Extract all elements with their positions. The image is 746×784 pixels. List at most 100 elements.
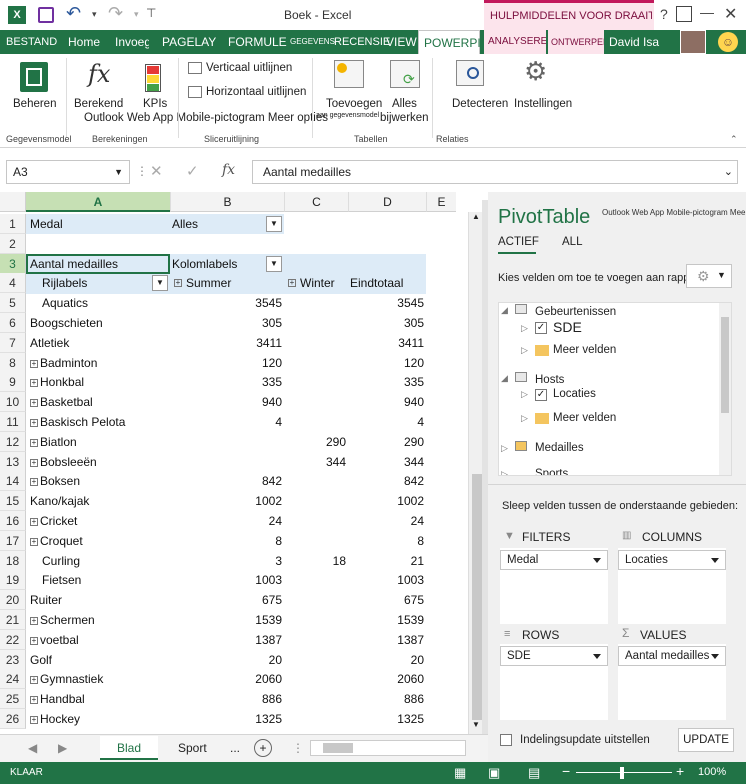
redo-dropdown-icon[interactable]: ▾: [134, 9, 139, 20]
row-header[interactable]: 23: [0, 650, 26, 670]
value-cell-winter[interactable]: [286, 237, 346, 255]
value-cell-summer[interactable]: 1003: [172, 573, 282, 591]
value-cell-total[interactable]: [350, 257, 424, 275]
row-header[interactable]: 19: [0, 570, 26, 590]
value-cell-winter[interactable]: [286, 257, 346, 275]
value-cell-total[interactable]: 20: [350, 653, 424, 671]
sheet-tab-more[interactable]: ...: [230, 736, 240, 760]
refresh-all-icon[interactable]: ⟳: [390, 60, 420, 88]
value-cell-winter[interactable]: [286, 395, 346, 413]
calculated-fields-button[interactable]: Berekend: [74, 98, 123, 110]
row-label-cell[interactable]: Golf: [30, 653, 168, 671]
expand-icon[interactable]: +: [30, 616, 38, 625]
value-cell-total[interactable]: 940: [350, 395, 424, 413]
expand-icon[interactable]: +: [30, 398, 38, 407]
value-cell-total[interactable]: 1002: [350, 494, 424, 512]
horizontal-scroll-thumb[interactable]: [323, 743, 353, 753]
row-header[interactable]: 5: [0, 293, 26, 313]
zoom-in-icon[interactable]: +: [676, 763, 684, 779]
expand-medailles-icon[interactable]: ▷: [501, 443, 508, 454]
row-label-cell[interactable]: + Basketbal: [30, 395, 168, 413]
add-to-data-model-icon[interactable]: [334, 60, 364, 88]
expand-icon[interactable]: +: [30, 715, 38, 724]
column-header-e[interactable]: E: [426, 192, 456, 212]
value-cell-summer[interactable]: 940: [172, 395, 282, 413]
ribbon-display-icon[interactable]: [676, 6, 692, 22]
tree-scrollbar[interactable]: [719, 303, 731, 475]
kpis-icon[interactable]: [145, 64, 161, 92]
column-header-b[interactable]: B: [170, 192, 284, 212]
tab-analyze[interactable]: ANALYSEREN: [484, 30, 546, 54]
filter-field-medal[interactable]: Medal: [500, 550, 608, 570]
value-cell-winter[interactable]: [286, 692, 346, 710]
tab-file[interactable]: BESTAND: [6, 30, 57, 54]
manage-data-model-icon[interactable]: [20, 62, 48, 92]
value-cell-summer[interactable]: 842: [172, 474, 282, 492]
value-cell-summer[interactable]: [172, 435, 282, 453]
zoom-out-icon[interactable]: −: [562, 763, 570, 779]
row-header[interactable]: 17: [0, 531, 26, 551]
row-label-cell[interactable]: Aquatics: [30, 296, 168, 314]
row-label-cell[interactable]: + Boksen: [30, 474, 168, 492]
minimize-icon[interactable]: —: [700, 4, 714, 20]
value-cell-summer[interactable]: 1539: [172, 613, 282, 631]
add-sheet-icon[interactable]: +: [254, 739, 272, 757]
horizontal-align-button[interactable]: Horizontaal uitlijnen: [206, 86, 306, 98]
row-label-cell[interactable]: + Badminton: [30, 356, 168, 374]
expand-sports-icon[interactable]: ▷: [501, 469, 508, 475]
tree-locaties[interactable]: Locaties: [553, 388, 596, 400]
row-header[interactable]: 16: [0, 511, 26, 531]
row-label-cell[interactable]: + voetbal: [30, 633, 168, 651]
row-label-cell[interactable]: [30, 237, 168, 255]
row-label-cell[interactable]: + Baskisch Pelota: [30, 415, 168, 433]
row-header[interactable]: 13: [0, 452, 26, 472]
row-header[interactable]: 24: [0, 669, 26, 689]
row-header[interactable]: 21: [0, 610, 26, 630]
expand-icon[interactable]: +: [30, 537, 38, 546]
row-label-cell[interactable]: Kano/kajak: [30, 494, 168, 512]
user-name[interactable]: David Isa: [609, 30, 659, 54]
tab-splitter-icon[interactable]: ⋮: [292, 736, 304, 760]
zoom-slider-thumb[interactable]: [620, 767, 624, 779]
value-cell-summer[interactable]: 1387: [172, 633, 282, 651]
tree-sports[interactable]: Sports: [535, 468, 568, 475]
select-all-corner[interactable]: [0, 192, 26, 212]
settings-gear-icon[interactable]: ⚙: [524, 56, 547, 87]
value-cell-winter[interactable]: 18: [286, 554, 346, 572]
save-icon[interactable]: [38, 7, 54, 23]
value-cell-winter[interactable]: [286, 316, 346, 334]
undo-icon[interactable]: ↶: [66, 3, 81, 24]
value-cell-total[interactable]: 1387: [350, 633, 424, 651]
row-label-cell[interactable]: Curling: [30, 554, 168, 572]
normal-view-icon[interactable]: ▦: [454, 765, 466, 781]
value-cell-total[interactable]: 3545: [350, 296, 424, 314]
value-cell-winter[interactable]: [286, 415, 346, 433]
tree-gebeurtenissen[interactable]: Gebeurtenissen: [535, 306, 616, 318]
row-label-cell[interactable]: Fietsen: [30, 573, 168, 591]
column-header-c[interactable]: C: [284, 192, 348, 212]
value-cell-total[interactable]: 886: [350, 692, 424, 710]
calculated-fields-icon[interactable]: fx: [88, 60, 110, 88]
tree-hosts[interactable]: Hosts: [535, 374, 564, 386]
row-label-cell[interactable]: + Cricket: [30, 514, 168, 532]
row-header[interactable]: 4: [0, 273, 26, 293]
value-cell-winter[interactable]: [286, 633, 346, 651]
row-header[interactable]: 1: [0, 214, 26, 234]
row-header[interactable]: 14: [0, 471, 26, 491]
formula-bar-handle-icon[interactable]: ⋮: [136, 164, 148, 178]
value-cell-total[interactable]: 842: [350, 474, 424, 492]
sheet-scroll-right-icon[interactable]: ▶: [58, 736, 67, 760]
value-field-aantal[interactable]: Aantal medailles: [618, 646, 726, 666]
value-cell-winter[interactable]: [286, 672, 346, 690]
value-cell-total[interactable]: 21: [350, 554, 424, 572]
checkbox-sde[interactable]: ✓: [535, 322, 547, 334]
row-label-cell[interactable]: + Biatlon: [30, 435, 168, 453]
tab-design[interactable]: ONTWERPEN: [548, 30, 604, 54]
row-header[interactable]: 7: [0, 333, 26, 353]
value-cell-summer[interactable]: [172, 237, 282, 255]
filter-dropdown-icon[interactable]: ▼: [266, 256, 282, 272]
expand-meer1-icon[interactable]: ▷: [521, 345, 528, 356]
page-layout-view-icon[interactable]: ▣: [488, 765, 500, 781]
vertical-align-icon[interactable]: [188, 62, 202, 74]
row-label-cell[interactable]: + Handbal: [30, 692, 168, 710]
